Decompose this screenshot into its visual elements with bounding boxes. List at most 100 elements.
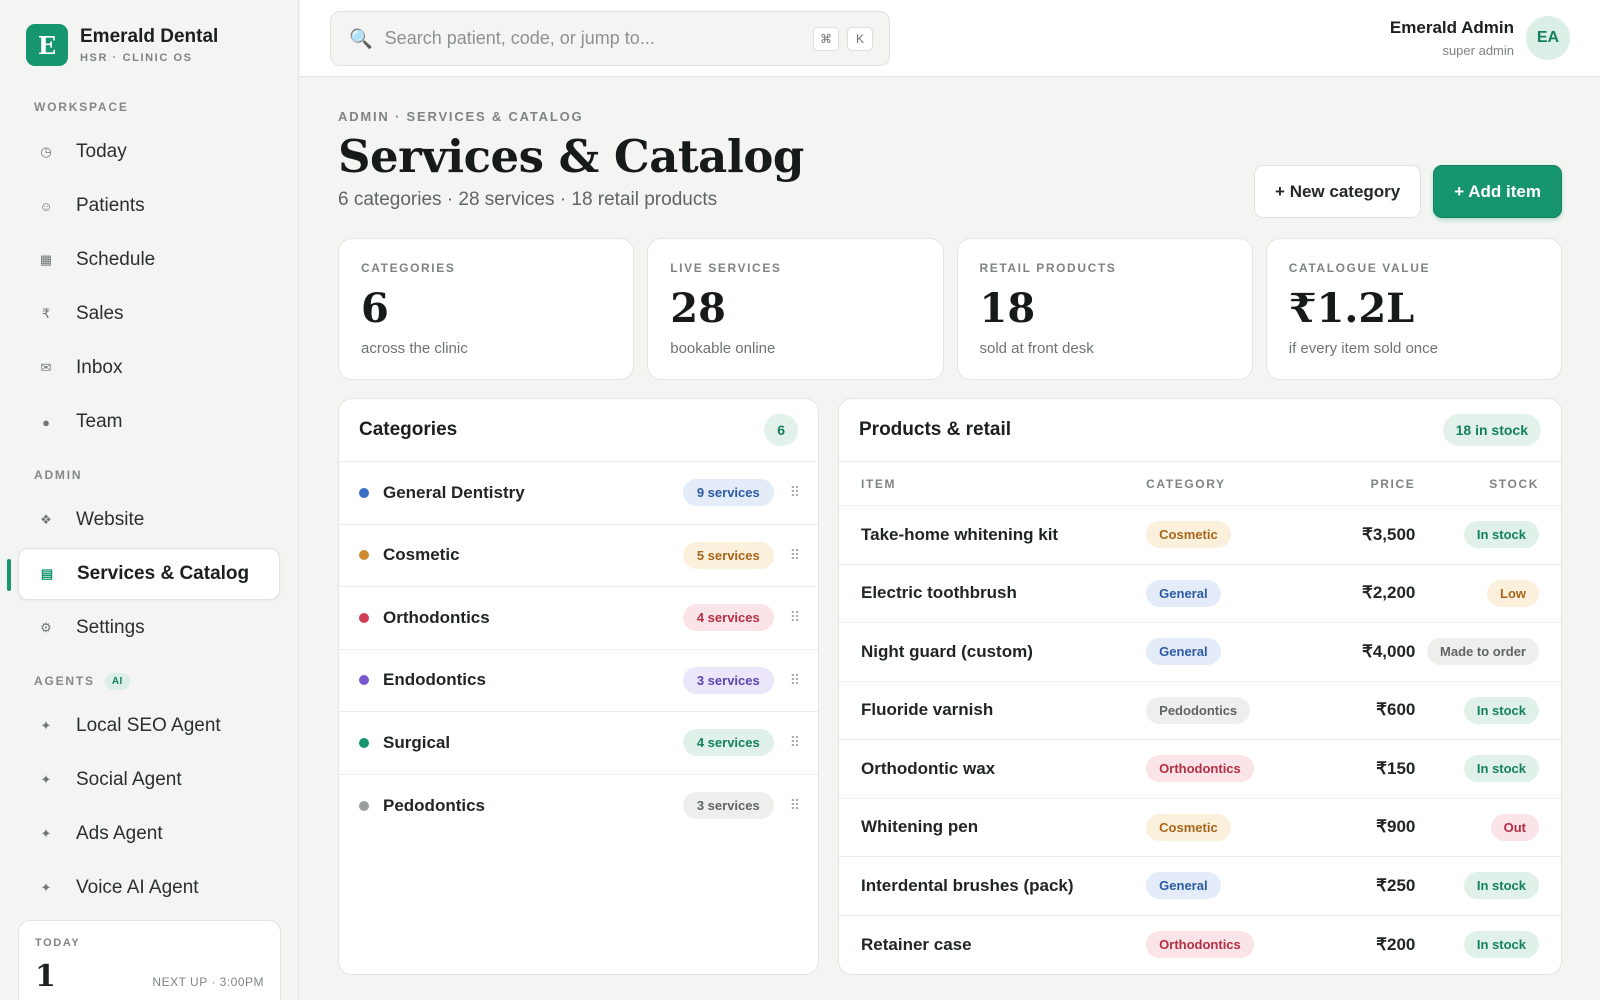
nav-item-label: Inbox <box>76 357 123 378</box>
drag-handle-icon[interactable]: ⠿ <box>790 797 800 814</box>
products-title: Products & retail <box>859 419 1012 440</box>
category-row[interactable]: Orthodontics 4 services ⠿ <box>339 587 818 650</box>
drag-handle-icon[interactable]: ⠿ <box>790 672 800 689</box>
nav-item-services-catalog[interactable]: ▤ Services & Catalog <box>7 548 280 600</box>
drag-handle-icon[interactable]: ⠿ <box>790 484 800 501</box>
product-cell: Interdental brushes (pack) <box>861 876 1146 896</box>
user-menu[interactable]: Emerald Admin super admin EA <box>1390 16 1570 60</box>
nav-item-sales[interactable]: ₹ Sales <box>18 288 280 340</box>
category-badge: Pedodontics <box>1146 696 1251 724</box>
category-row[interactable]: Cosmetic 5 services ⠿ <box>339 525 818 587</box>
category-cell: Orthodontics <box>1146 931 1306 959</box>
column-header-category[interactable]: CATEGORY <box>1146 477 1306 491</box>
product-name: Electric toothbrush <box>861 583 1017 603</box>
nav-item-label: Social Agent <box>76 769 182 790</box>
nav-item-label: Local SEO Agent <box>76 715 221 736</box>
user-role: super admin <box>1442 43 1514 58</box>
category-badge: General <box>1146 872 1221 900</box>
nav-item-label: Patients <box>76 195 145 216</box>
column-header-item[interactable]: ITEM <box>861 477 1146 491</box>
product-cell: Take-home whitening kit <box>861 525 1146 545</box>
category-color-dot <box>359 675 369 686</box>
next-appointment: NEXT UP · 3:00PM <box>152 975 264 989</box>
nav-item-inbox[interactable]: ✉ Inbox <box>18 342 280 394</box>
today-card[interactable]: TODAY 1 NEXT UP · 3:00PM <box>18 920 281 1000</box>
product-cell: Electric toothbrush <box>861 583 1146 603</box>
products-table-body: Take-home whitening kit Cosmetic ₹3,500 In … <box>839 506 1561 974</box>
nav-item-today[interactable]: ◷ Today <box>18 126 280 178</box>
nav-item-schedule[interactable]: ▦ Schedule <box>18 234 280 286</box>
clock-icon: ◷ <box>40 144 52 159</box>
stock-status-badge: In stock <box>1463 696 1539 724</box>
product-cell: Night guard (custom) <box>861 642 1146 662</box>
category-color-dot <box>359 612 369 623</box>
table-row[interactable]: Night guard (custom) General ₹4,000 Made to… <box>839 623 1561 682</box>
search-input[interactable]: 🔍 Search patient, code, or jump to... ⌘ … <box>330 11 890 66</box>
nav-item-patients[interactable]: ☺ Patients <box>18 180 280 232</box>
search-placeholder: Search patient, code, or jump to... <box>384 28 655 48</box>
product-name: Whitening pen <box>861 817 979 837</box>
product-price: ₹600 <box>1376 700 1416 720</box>
sparkle-icon: ✦ <box>40 880 52 895</box>
table-row[interactable]: Orthodontic wax Orthodontics ₹150 In stock <box>839 740 1561 799</box>
shortcut-k-key: K <box>847 26 873 51</box>
stat-caption: if every item sold once <box>1288 340 1438 357</box>
brand[interactable]: E Emerald Dental HSR · CLINIC OS <box>26 24 280 66</box>
stat-value: ₹1.2L <box>1288 285 1415 332</box>
table-row[interactable]: Take-home whitening kit Cosmetic ₹3,500 In … <box>839 506 1561 565</box>
table-row[interactable]: Fluoride varnish Pedodontics ₹600 In stock <box>839 682 1561 740</box>
shortcut-cmd-key: ⌘ <box>813 26 839 51</box>
category-row[interactable]: Pedodontics 3 services ⠿ <box>339 775 818 838</box>
breadcrumb: ADMIN · SERVICES & CATALOG <box>338 109 584 124</box>
nav-section-agents: AGENTS AI <box>34 670 280 692</box>
stock-status-badge: In stock <box>1463 872 1539 900</box>
stock-cell: Out <box>1415 813 1539 841</box>
table-row[interactable]: Electric toothbrush General ₹2,200 Low <box>839 565 1561 623</box>
categories-title: Categories <box>359 419 458 440</box>
catalog-icon: ▤ <box>40 566 54 581</box>
stat-label: CATALOGUE VALUE <box>1288 261 1431 275</box>
nav-item-label: Ads Agent <box>76 823 163 844</box>
category-row[interactable]: General Dentistry 9 services ⠿ <box>339 462 818 525</box>
add-item-button[interactable]: + Add item <box>1433 165 1562 218</box>
avatar[interactable]: EA <box>1526 16 1570 60</box>
product-cell: Orthodontic wax <box>861 759 1146 779</box>
nav-item-team[interactable]: ● Team <box>18 396 280 448</box>
brand-name: Emerald Dental <box>80 26 219 47</box>
nav-item-local-seo-agent[interactable]: ✦ Local SEO Agent <box>18 700 280 752</box>
services-count-badge: 5 services <box>682 541 774 569</box>
column-header-stock[interactable]: STOCK <box>1415 477 1539 491</box>
nav-item-label: Sales <box>76 303 124 324</box>
nav-item-label: Team <box>76 411 123 432</box>
drag-handle-icon[interactable]: ⠿ <box>790 609 800 626</box>
stock-status-badge: Low <box>1487 579 1539 607</box>
nav-item-ads-agent[interactable]: ✦ Ads Agent <box>18 808 280 860</box>
nav-item-settings[interactable]: ⚙ Settings <box>18 602 280 654</box>
nav-item-voice-ai-agent[interactable]: ✦ Voice AI Agent <box>18 862 280 914</box>
categories-panel: Categories 6 General Dentistry 9 services… <box>338 398 819 975</box>
stat-caption: sold at front desk <box>979 340 1094 357</box>
drag-handle-icon[interactable]: ⠿ <box>790 547 800 564</box>
category-name: Endodontics <box>383 670 486 690</box>
smiley-icon: ☺ <box>39 198 53 214</box>
sparkle-icon: ✦ <box>40 772 52 787</box>
category-color-dot <box>359 737 369 748</box>
category-row[interactable]: Endodontics 3 services ⠿ <box>339 650 818 712</box>
table-row[interactable]: Interdental brushes (pack) General ₹250 In … <box>839 857 1561 916</box>
nav-section-workspace: WORKSPACE <box>34 100 129 114</box>
category-row[interactable]: Surgical 4 services ⠿ <box>339 712 818 775</box>
stat-value: 18 <box>979 285 1036 332</box>
drag-handle-icon[interactable]: ⠿ <box>790 734 800 751</box>
category-name: General Dentistry <box>383 482 525 502</box>
table-row[interactable]: Retainer case Orthodontics ₹200 In stock <box>839 916 1561 975</box>
price-cell: ₹150 <box>1306 759 1415 779</box>
nav-item-website[interactable]: ❖ Website <box>18 494 280 546</box>
column-header-price[interactable]: PRICE <box>1306 477 1416 491</box>
nav-item-social-agent[interactable]: ✦ Social Agent <box>18 754 280 806</box>
gear-icon: ⚙ <box>40 620 52 635</box>
new-category-button[interactable]: + New category <box>1254 165 1422 218</box>
category-cell: General <box>1146 579 1306 607</box>
table-row[interactable]: Whitening pen Cosmetic ₹900 Out <box>839 799 1561 857</box>
mail-icon: ✉ <box>40 360 52 375</box>
stat-value: 28 <box>670 285 726 332</box>
